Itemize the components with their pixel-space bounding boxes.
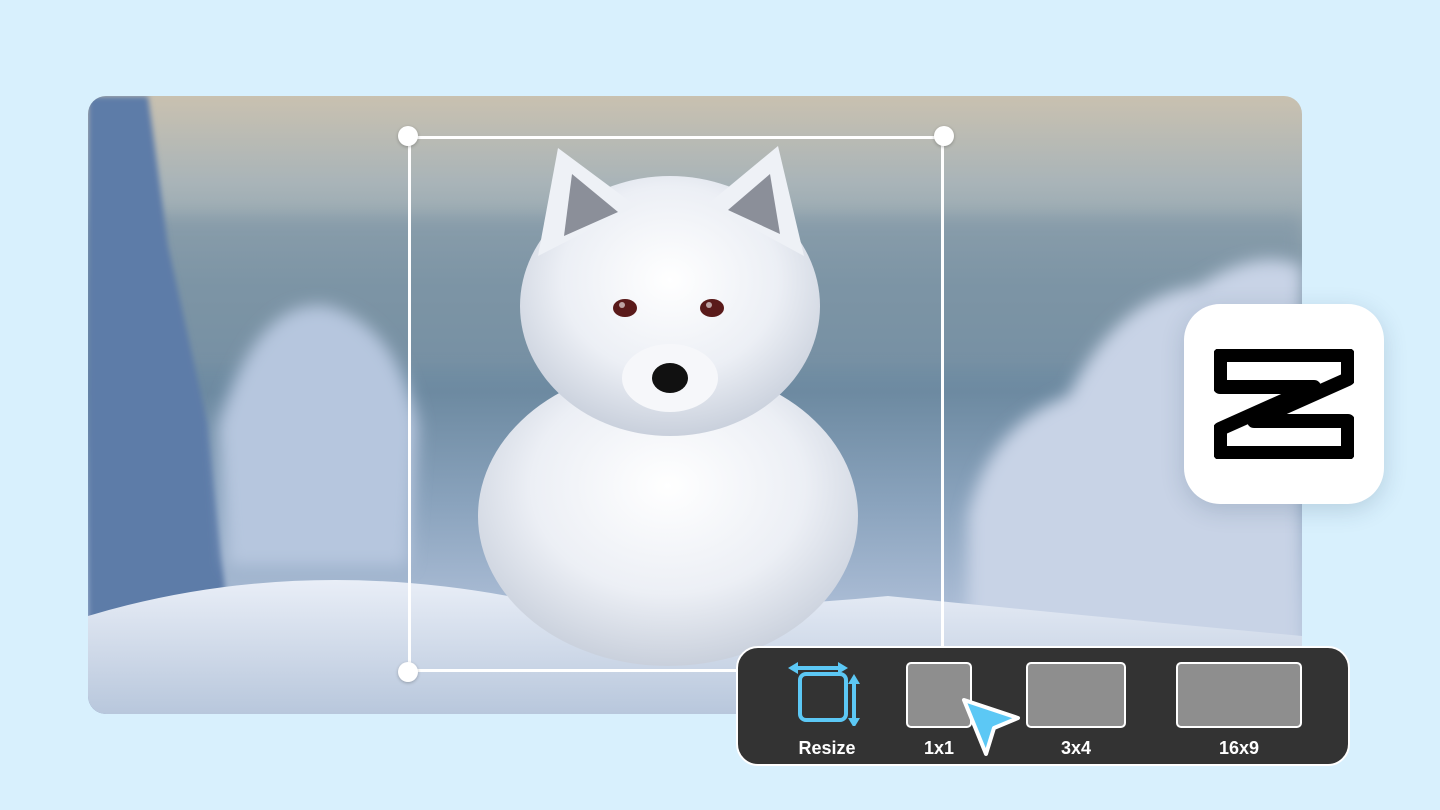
capcut-logo-tile — [1184, 304, 1384, 504]
resize-label: Resize — [798, 738, 856, 758]
resize-toolbar: Resize 1x1 3x4 16x9 — [736, 646, 1350, 766]
resize-icon — [788, 662, 860, 728]
pointer-cursor-icon — [958, 694, 1024, 765]
capcut-logo-icon — [1214, 349, 1354, 459]
crop-handle-top-left[interactable] — [398, 126, 418, 146]
crop-handle-top-right[interactable] — [934, 126, 954, 146]
crop-handle-bottom-left[interactable] — [398, 662, 418, 682]
ratio-option-3x4[interactable] — [1026, 662, 1126, 728]
ratio-option-16x9[interactable] — [1176, 662, 1302, 728]
canvas-background: Resize 1x1 3x4 16x9 — [0, 0, 1440, 810]
resize-tool-button[interactable] — [788, 662, 864, 728]
ratio-label-16x9: 16x9 — [1218, 738, 1260, 758]
ratio-label-3x4: 3x4 — [1060, 738, 1092, 758]
crop-frame[interactable] — [408, 136, 944, 672]
